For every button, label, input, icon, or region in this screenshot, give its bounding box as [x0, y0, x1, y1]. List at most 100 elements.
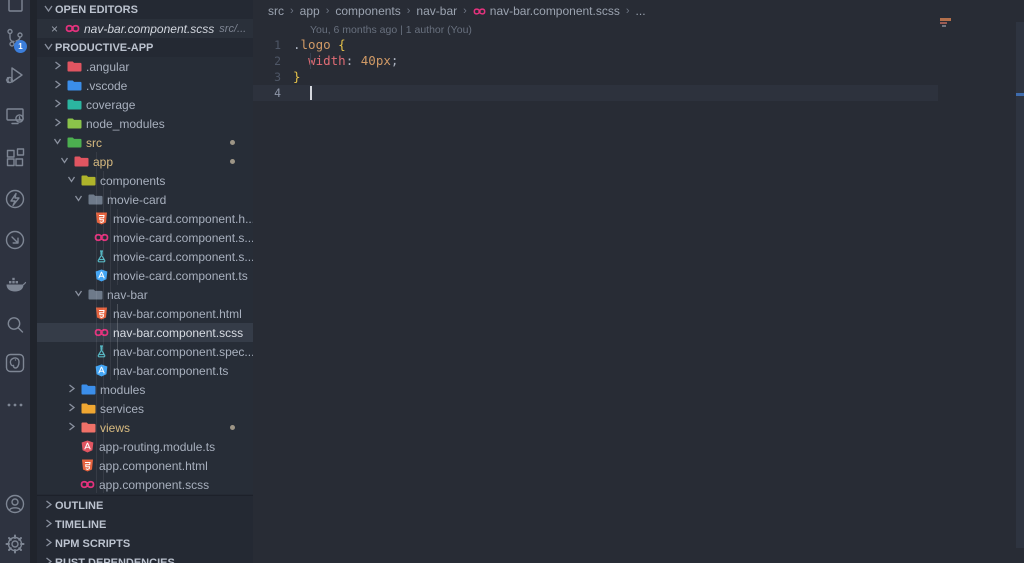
tree-file-movie-card-component-h-[interactable]: movie-card.component.h...: [37, 209, 255, 228]
tree-item-label: src: [86, 135, 102, 150]
tree-item-label: modules: [100, 382, 146, 397]
minimap[interactable]: [940, 16, 1016, 56]
close-icon[interactable]: ×: [51, 22, 65, 36]
chevron-down-icon: [60, 156, 74, 168]
sass-file-icon: [65, 22, 80, 35]
remote-explorer-icon[interactable]: [3, 104, 27, 128]
code-text: .logo {: [293, 37, 346, 52]
sidebar-bottom-sections: OUTLINE TIMELINE NPM SCRIPTS RUST DEPENDENC…: [37, 495, 253, 563]
chevron-down-icon: [67, 175, 81, 187]
editor-pane[interactable]: src › app › components › nav-bar › nav-bar.compo…: [253, 0, 1024, 563]
tree-file-movie-card-component-s-[interactable]: movie-card.component.s...: [37, 247, 254, 266]
line-number: 3: [274, 70, 281, 84]
code-line-2[interactable]: 2 width: 40px;: [253, 53, 1024, 69]
tree-item-label: views: [100, 420, 131, 435]
breadcrumb-separator: ›: [463, 5, 467, 17]
tree-folder-movie-card[interactable]: movie-card: [37, 190, 253, 209]
breadcrumb-item[interactable]: ...: [636, 4, 646, 18]
breadcrumb-item[interactable]: app: [300, 4, 320, 18]
account-icon[interactable]: [3, 492, 27, 516]
sass-file-icon: [80, 478, 95, 491]
chevron-down-icon: [53, 137, 67, 149]
minimap-mark: [942, 25, 946, 27]
breadcrumb-item[interactable]: src: [268, 4, 284, 18]
folder-icon: [81, 383, 96, 396]
tree-folder-services[interactable]: services: [37, 399, 253, 418]
tree-file-app-routing-module-ts[interactable]: app-routing.module.ts: [37, 437, 253, 456]
chevron-right-icon: [53, 117, 67, 130]
minimap-mark: [940, 22, 947, 24]
section-header-npm-scripts[interactable]: NPM SCRIPTS: [37, 534, 253, 553]
code-line-4[interactable]: 4: [253, 85, 938, 101]
breadcrumb-item[interactable]: components: [335, 4, 400, 18]
codelens-blame[interactable]: You, 6 months ago | 1 author (You): [310, 24, 472, 36]
tree-item-label: app.component.html: [99, 458, 208, 473]
folder-icon: [67, 136, 82, 149]
indent-guide: [117, 304, 118, 380]
extensions-icon[interactable]: [3, 146, 27, 170]
section-header-timeline[interactable]: TIMELINE: [37, 515, 253, 534]
line-number: 4: [274, 86, 281, 100]
tree-folder-app[interactable]: app: [37, 152, 253, 171]
project-root-header[interactable]: PRODUCTIVE-APP: [37, 38, 253, 57]
tree-item-label: movie-card: [107, 192, 167, 207]
tree-folder-src[interactable]: src: [37, 133, 253, 152]
code-area[interactable]: 1 .logo {2 width: 40px; 3} 4: [253, 37, 1024, 101]
git-modified-dot: [230, 159, 235, 164]
ng-red-file-icon: [80, 440, 95, 453]
chevron-right-icon: [53, 98, 67, 111]
scrollbar[interactable]: [1016, 22, 1024, 548]
thunder-client-icon[interactable]: [3, 187, 27, 211]
tree-folder-coverage[interactable]: coverage: [37, 95, 253, 114]
tree-folder-components[interactable]: components: [37, 171, 253, 190]
docker-icon[interactable]: [3, 272, 27, 296]
run-debug-icon[interactable]: [3, 63, 27, 87]
tree-folder--angular[interactable]: .angular: [37, 57, 253, 76]
search-icon[interactable]: [3, 313, 27, 337]
indent-guide: [96, 152, 97, 493]
settings-icon[interactable]: [3, 532, 27, 556]
tree-file-app-component-html[interactable]: app.component.html: [37, 456, 253, 475]
breadcrumb-item[interactable]: nav-bar: [416, 4, 457, 18]
tree-folder-nav-bar[interactable]: nav-bar: [37, 285, 253, 304]
source-control-badge: 1: [14, 40, 27, 53]
tree-file-app-component-scss[interactable]: app.component.scss: [37, 475, 253, 494]
breadcrumb: src › app › components › nav-bar › nav-bar.compo…: [253, 0, 1024, 22]
tree-file-movie-card-component-s-[interactable]: movie-card.component.s...: [37, 228, 254, 247]
indent-guide: [103, 171, 104, 493]
section-header-outline[interactable]: OUTLINE: [37, 496, 253, 515]
open-editors-header[interactable]: OPEN EDITORS: [37, 0, 253, 19]
chevron-right-icon: [41, 556, 55, 563]
code-line-3[interactable]: 3}: [253, 69, 1024, 85]
chevron-right-icon: [41, 537, 55, 550]
tree-file-nav-bar-component-spec-[interactable]: nav-bar.component.spec...: [37, 342, 254, 361]
postgres-icon[interactable]: [3, 351, 27, 375]
tree-file-nav-bar-component-html[interactable]: nav-bar.component.html: [37, 304, 253, 323]
chevron-down-icon: [74, 289, 88, 301]
vscode-window: 1 OPEN EDITORS × nav-bar.component.scss sr…: [0, 0, 1024, 563]
tree-file-movie-card-component-ts[interactable]: movie-card.component.ts: [37, 266, 253, 285]
tree-item-label: .angular: [86, 59, 130, 74]
tree-file-nav-bar-component-scss[interactable]: nav-bar.component.scss: [37, 323, 253, 342]
open-editor-item[interactable]: × nav-bar.component.scss src/...: [37, 19, 253, 38]
more-icon[interactable]: [3, 393, 27, 417]
folder-icon: [81, 421, 96, 434]
tree-folder-node-modules[interactable]: node_modules: [37, 114, 253, 133]
circle-arrow-icon[interactable]: [3, 228, 27, 252]
tree-folder-modules[interactable]: modules: [37, 380, 253, 399]
tree-item-label: .vscode: [86, 78, 128, 93]
tree-file-nav-bar-component-ts[interactable]: nav-bar.component.ts: [37, 361, 253, 380]
tree-folder-views[interactable]: views: [37, 418, 253, 437]
indent-guide: [117, 209, 118, 285]
breadcrumb-item[interactable]: nav-bar.component.scss: [473, 4, 620, 18]
chevron-down-icon: [41, 42, 55, 54]
breadcrumb-separator: ›: [406, 5, 411, 17]
code-line-1[interactable]: 1 .logo {: [253, 37, 1024, 53]
section-header-rust-dependencies[interactable]: RUST DEPENDENCIES: [37, 553, 253, 563]
files-icon-partial[interactable]: [3, 0, 27, 15]
line-number: 1: [274, 38, 281, 52]
overview-cursor-mark: [1016, 93, 1024, 96]
chevron-right-icon: [53, 60, 67, 73]
tree-folder--vscode[interactable]: .vscode: [37, 76, 253, 95]
file-tree: .angular .vscode coverage node_modulessrc ap…: [37, 57, 255, 494]
